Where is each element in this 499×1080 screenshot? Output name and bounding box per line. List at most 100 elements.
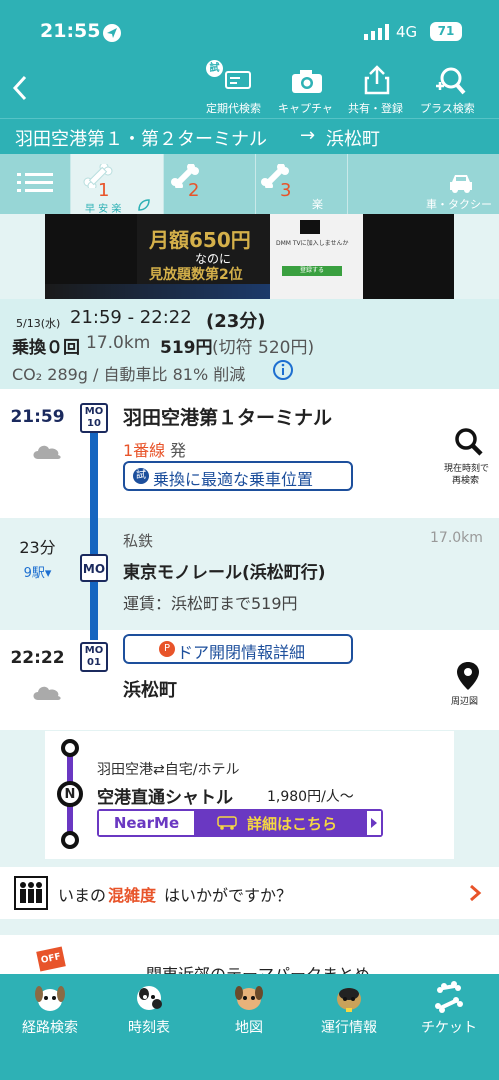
shuttle-start-dot [61,739,79,757]
segment-duration: 23分 [19,538,56,557]
congestion-highlight: 混雑度 [108,886,157,905]
summary-fare: 519円 [160,338,213,358]
nearby-map-button[interactable]: 周辺図 [448,660,488,710]
route-arrow: → [300,125,316,146]
commuter-pass-icon [225,71,251,89]
segment-distance: 17.0km [430,530,483,546]
departure-station-badge: MO 10 [80,403,108,433]
tab-2-number: 2 [188,180,200,201]
shuttle-promo[interactable]: N 羽田空港⇄自宅/ホテル 空港直通シャトル 1,980円/人〜 NearMe … [45,731,454,859]
shuttle-stop-icon: N [57,781,83,807]
crowd-icon [14,876,48,910]
summary-date: 5/13(水) [16,317,61,330]
nav-timetable-label: 時刻表 [128,1020,170,1036]
congestion-survey[interactable]: いまの 混雑度 はいかがですか？ [0,867,499,919]
route-summary: 5/13(水) 21:59 - 22:22 (23分) 乗換０回 17.0km … [0,299,499,389]
capture-label: キャプチャ [278,102,333,115]
dog-info-icon [337,988,361,1012]
summary-transfers: 乗換０回 [12,338,80,358]
nav-timetable[interactable]: 時刻表 [104,974,194,1080]
dmm-tv-logo [300,220,320,234]
plus-search-icon [436,67,466,95]
share-label: 共有・登録 [348,102,403,115]
shuttle-route: 羽田空港⇄自宅/ホテル [97,762,240,778]
door-info-label: ドア開閉情報詳細 [177,643,306,662]
ad-right-text: DMM TVに加入しませんか [276,240,349,247]
share-button[interactable]: 共有・登録 [344,64,410,118]
map-pin-icon [457,662,479,690]
summary-co2: CO₂ 289g / 自動車比 81% 削減 [12,365,246,384]
boarding-position-label: 乗換に最適な乗車位置 [153,470,314,489]
signal-icon [364,24,389,40]
arrival-station-badge: MO 01 [80,642,108,672]
segment-company: 私鉄 [123,532,154,550]
shuttle-cta-label: 詳細はこちら [247,815,338,833]
shuttle-cta-button[interactable]: NearMe 詳細はこちら [97,809,383,837]
arrival-time: 22:22 [10,648,65,668]
trial-badge: 試 [133,468,149,484]
nearby-map-label: 周辺図 [451,697,479,707]
nav-map[interactable]: 地図 [204,974,294,1080]
chevron-right-icon [367,811,381,835]
nav-map-label: 地図 [235,1020,263,1036]
cloud-icon [33,445,61,459]
nav-ticket-label: チケット [421,1020,477,1036]
commuter-pass-search-button[interactable]: 試 定期代検索 [206,60,268,118]
tab-1-number: 1 [98,180,110,201]
segment-stops-toggle[interactable]: 9駅▾ [0,562,75,581]
share-icon [364,65,390,95]
nav-service-info[interactable]: 運行情報 [304,974,394,1080]
ride-segment: 23分 9駅▾ MO 私鉄 17.0km 東京モノレール(浜松町行) 運賃：浜松… [0,518,499,630]
trial-badge: 試 [206,60,223,77]
commuter-pass-label: 定期代検索 [206,102,261,115]
boarding-position-button[interactable]: 試 乗換に最適な乗車位置 [123,461,353,491]
info-icon[interactable] [272,359,294,381]
nav-route-search[interactable]: 経路検索 [5,974,95,1080]
summary-ticket-fare: (切符 520円) [212,338,315,358]
ticket-icon [435,981,463,1013]
ad-register-button[interactable]: 登録する [282,266,342,276]
dog-map-icon [235,986,263,1010]
shuttle-price: 1,980円/人〜 [267,789,354,805]
departure-row: 21:59 MO 10 羽田空港第１ターミナル 1番線 発 試 乗換に最適な乗車位… [0,389,499,518]
back-chevron-icon[interactable] [10,74,30,102]
status-time: 21:55 [40,20,101,42]
departure-time: 21:59 [10,407,65,427]
segment-line-name: 東京モノレール(浜松町行) [123,563,326,583]
departure-station: 羽田空港第１ターミナル [123,407,333,429]
arrival-station: 浜松町 [123,680,177,701]
plus-search-button[interactable]: プラス検索 [418,64,484,118]
ad-line3: 見放題数第2位 [149,267,243,283]
nearme-logo: NearMe [99,811,194,835]
capture-button[interactable]: キャプチャ [276,64,338,118]
nav-route-search-label: 経路検索 [22,1020,78,1036]
bottom-nav: 経路検索 時刻表 地図 運行情報 チケット [0,974,499,1080]
ad-banner[interactable]: 月額650円 なのに 見放題数第2位 DMM TVに加入しませんか 登録する [45,214,454,299]
toolbar: 試 定期代検索 キャプチャ 共有・登録 プラス検索 [0,60,499,118]
route-title: 羽田空港第１・第２ターミナル → 浜松町 [0,118,499,154]
congestion-suffix: はいかがですか？ [164,886,293,905]
tab-route-3[interactable]: 3 楽 [256,154,348,214]
research-now-button[interactable]: 現在時刻で 再検索 [440,427,496,487]
line-badge: MO [80,554,108,582]
summary-time-range: 21:59 - 22:22 [70,307,192,328]
leaf-icon [138,199,150,211]
car-taxi-label: 車・タクシー [426,198,492,211]
shuttle-end-dot [61,831,79,849]
door-info-button[interactable]: P ドア開閉情報詳細 [123,634,353,664]
tab-car-taxi[interactable]: 車・タクシー [348,154,499,214]
car-icon [450,175,472,193]
tab-route-2[interactable]: 2 [164,154,256,214]
route-tabs: 1 早 安 楽 2 3 楽 車・タクシー [0,154,499,215]
route-list-button[interactable] [0,154,71,214]
nav-ticket[interactable]: チケット [404,974,494,1080]
summary-duration: (23分) [206,311,266,332]
shuttle-title: 空港直通シャトル [97,788,233,808]
congestion-prefix: いまの [58,886,107,905]
tab-1-tags: 早 安 楽 [85,204,122,215]
research-label-2: 再検索 [452,476,480,486]
departure-platform: 1番線 [123,441,166,460]
route-to: 浜松町 [326,129,380,150]
route-from: 羽田空港第１・第２ターミナル [15,129,267,150]
tab-route-1[interactable]: 1 早 安 楽 [71,154,164,215]
